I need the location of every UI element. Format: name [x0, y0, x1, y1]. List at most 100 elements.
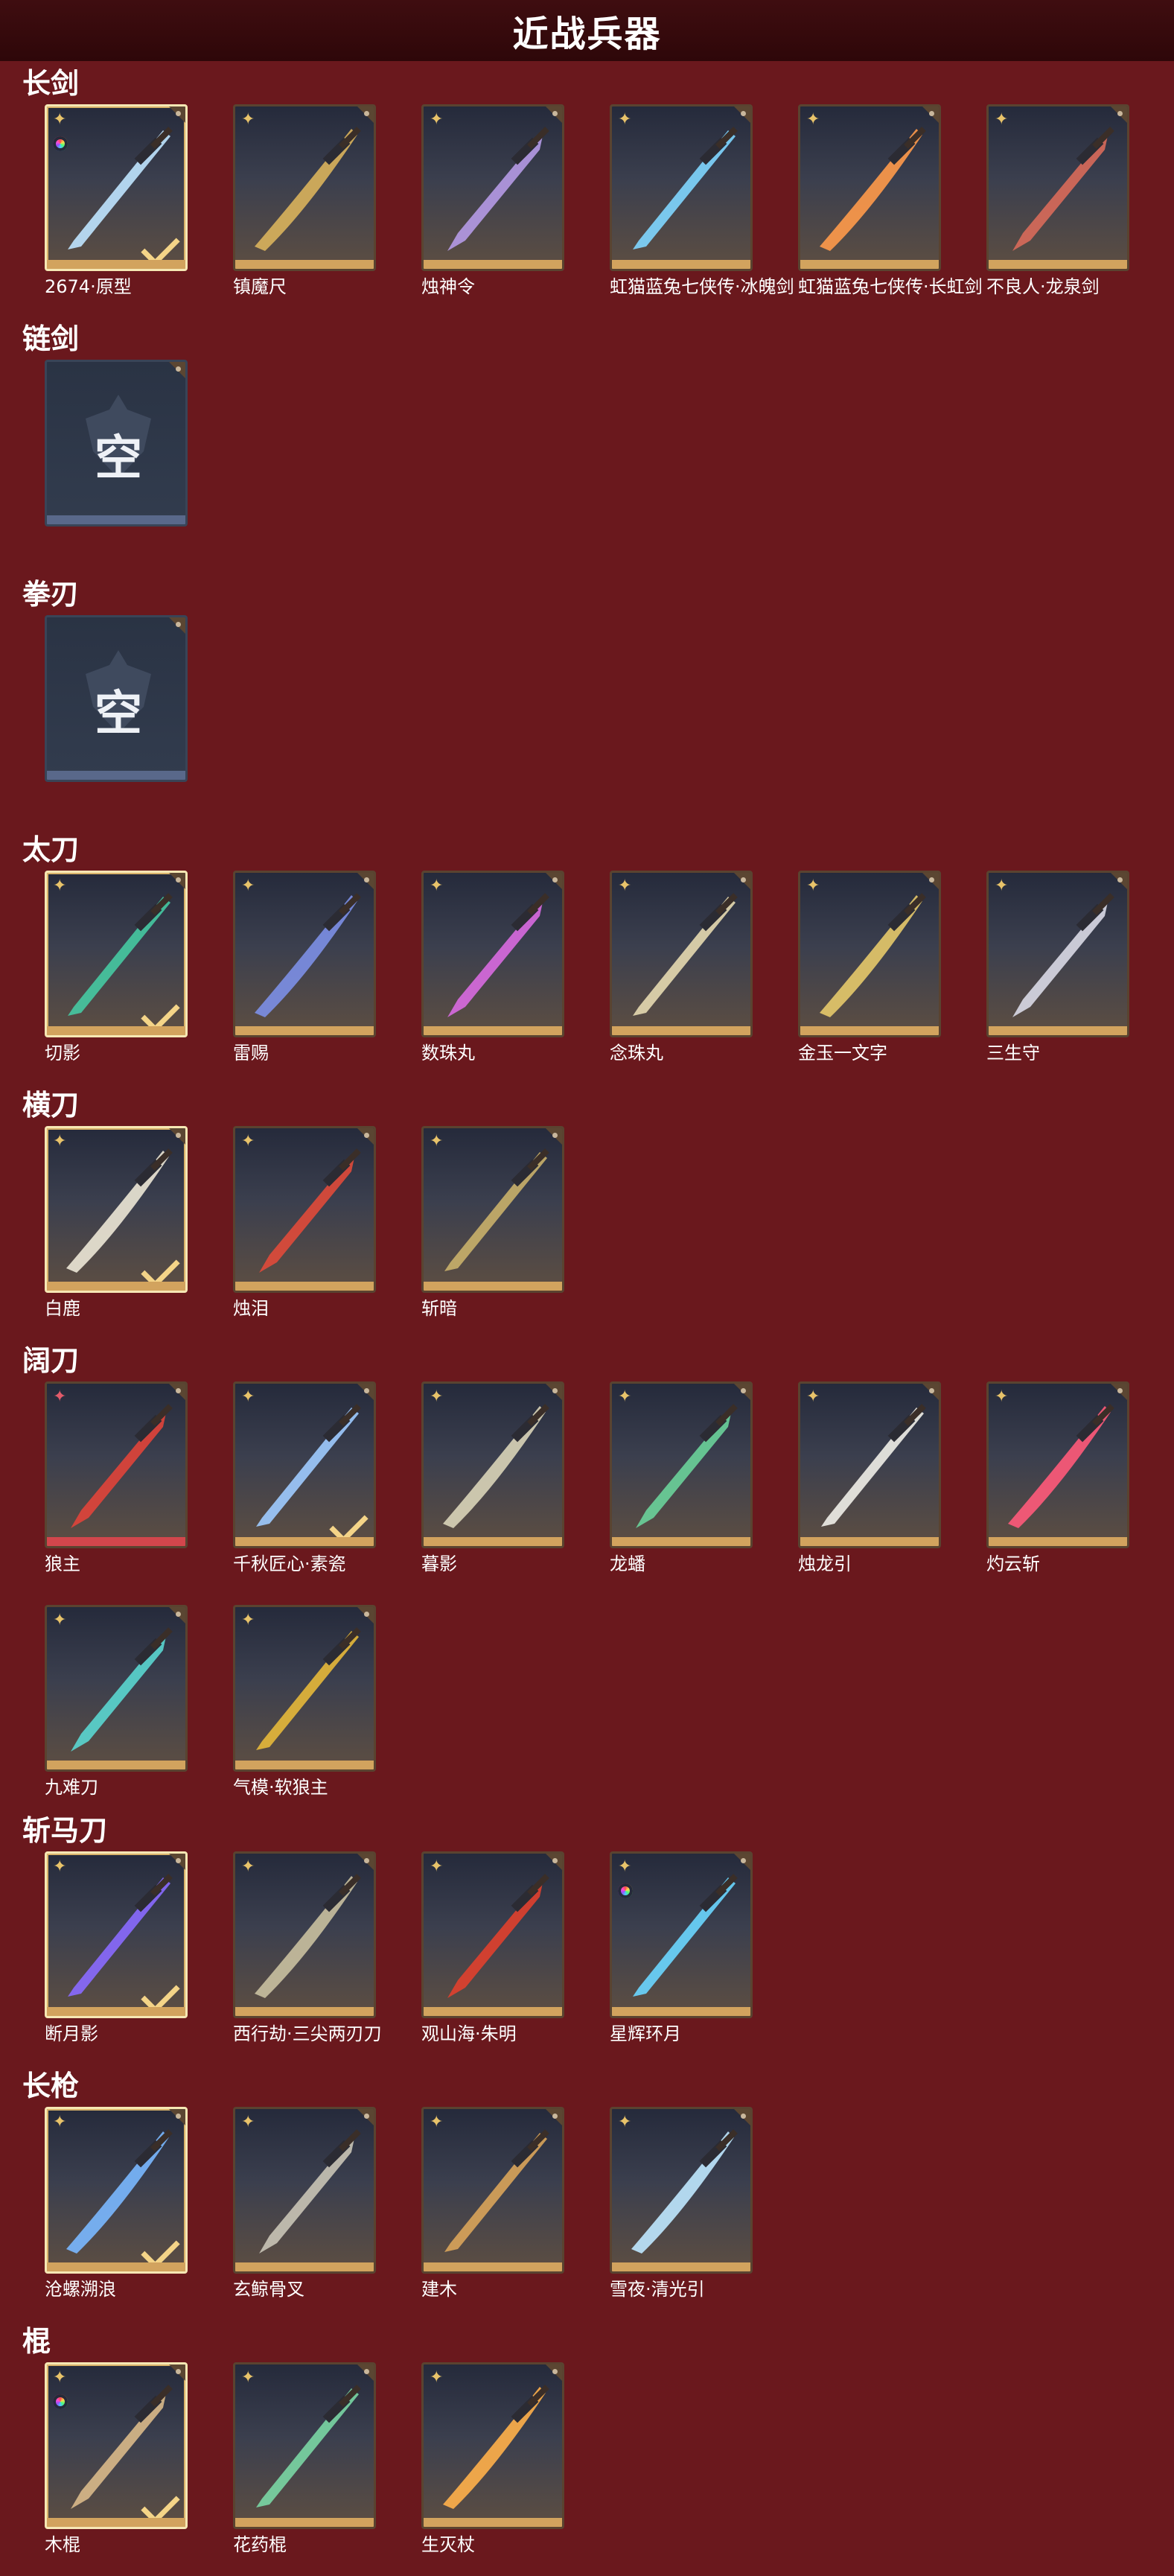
card-corner-pin-icon — [176, 1133, 181, 1138]
weapon-card[interactable]: ✦ 虹猫蓝兔七侠传·冰魄剑 — [610, 104, 794, 297]
weapon-card[interactable]: ✦ 雪夜·清光引 — [610, 2107, 753, 2300]
card-corner-pin-icon — [1117, 111, 1123, 116]
weapon-art-icon — [447, 127, 549, 251]
weapon-card-frame: ✦ — [233, 1851, 376, 2018]
card-rarity-strip — [47, 771, 185, 780]
card-rarity-strip — [47, 1026, 185, 1035]
weapon-card[interactable]: ✦ 暮影 — [421, 1381, 564, 1574]
card-corner-pin-icon — [176, 2369, 181, 2374]
empty-weapon-slot[interactable]: 空 — [45, 615, 188, 782]
weapon-card-frame: ✦ — [233, 1381, 376, 1548]
weapon-card[interactable]: ✦ 2674·原型 — [45, 104, 188, 297]
weapon-card-frame: ✦ — [421, 2362, 564, 2529]
weapon-name: 狼主 — [45, 1553, 80, 1574]
weapon-card-frame: ✦ — [45, 2107, 188, 2274]
weapon-card-frame: ✦ — [233, 104, 376, 271]
weapon-card-frame: ✦ — [610, 1851, 753, 2018]
weapon-card[interactable]: ✦ 金玉一文字 — [798, 871, 941, 1063]
weapon-name: 观山海·朱明 — [421, 2023, 517, 2044]
section-label-hengdao: 横刀 — [22, 1089, 80, 1122]
weapon-card-frame: ✦ — [798, 1381, 941, 1548]
weapon-card[interactable]: ✦ 三生守 — [986, 871, 1129, 1063]
weapon-card[interactable]: ✦ 千秋匠心·素瓷 — [233, 1381, 376, 1574]
weapon-card[interactable]: ✦ 沧螺溯浪 — [45, 2107, 188, 2300]
weapon-name: 镇魔尺 — [233, 276, 287, 297]
card-corner-pin-icon — [364, 2369, 369, 2374]
weapon-card[interactable]: ✦ 观山海·朱明 — [421, 1851, 564, 2044]
section-label-chainsword: 链剑 — [22, 322, 80, 355]
weapon-art-icon — [1012, 893, 1114, 1017]
weapon-name: 断月影 — [45, 2023, 98, 2044]
card-corner-pin-icon — [176, 877, 181, 882]
weapon-card-frame: 空 — [45, 360, 188, 527]
dye-color-wheel-icon — [618, 1883, 633, 1898]
weapon-card[interactable]: ✦ 烛泪 — [233, 1126, 376, 1319]
card-corner-pin-icon — [741, 1858, 746, 1863]
card-rarity-strip — [800, 1026, 939, 1035]
card-rarity-strip — [612, 1537, 750, 1546]
weapon-card[interactable]: ✦ 建木 — [421, 2107, 564, 2300]
rarity-star-icon: ✦ — [53, 2113, 67, 2131]
rarity-star-icon: ✦ — [53, 2368, 67, 2387]
weapon-card[interactable]: ✦ 念珠丸 — [610, 871, 753, 1063]
weapon-card[interactable]: ✦ 白鹿 — [45, 1126, 188, 1319]
weapon-art-icon — [820, 893, 926, 1017]
card-rarity-strip — [235, 1282, 374, 1291]
weapon-card[interactable]: ✦ 星辉环月 — [610, 1851, 753, 2044]
card-corner-pin-icon — [364, 877, 369, 882]
weapon-name: 不良人·龙泉剑 — [986, 276, 1100, 297]
weapon-name: 斩暗 — [421, 1298, 457, 1319]
weapon-art-icon — [636, 1404, 738, 1528]
card-corner-pin-icon — [364, 1858, 369, 1863]
weapon-card[interactable]: ✦ 斩暗 — [421, 1126, 564, 1319]
weapon-card-frame: ✦ — [610, 871, 753, 1037]
weapon-card[interactable]: ✦ 生灭杖 — [421, 2362, 564, 2555]
weapon-card[interactable]: ✦ 雷赐 — [233, 871, 376, 1063]
weapon-card[interactable]: ✦ 木棍 — [45, 2362, 188, 2555]
card-rarity-strip — [424, 260, 562, 269]
weapon-card[interactable]: ✦ 烛神令 — [421, 104, 564, 297]
weapon-art-icon — [633, 893, 738, 1016]
weapon-card[interactable]: ✦ 烛龙引 — [798, 1381, 941, 1574]
weapon-card[interactable]: ✦ 玄鲸骨叉 — [233, 2107, 376, 2300]
weapon-name: 烛神令 — [421, 276, 475, 297]
weapon-card[interactable]: ✦ 气模·软狼主 — [233, 1605, 376, 1798]
card-rarity-strip — [47, 260, 185, 269]
weapon-name: 生灭杖 — [421, 2534, 475, 2555]
weapon-card[interactable]: ✦ 镇魔尺 — [233, 104, 376, 297]
weapon-card[interactable]: ✦ 不良人·龙泉剑 — [986, 104, 1129, 297]
weapon-name: 玄鲸骨叉 — [233, 2279, 304, 2300]
weapon-art-icon — [443, 2385, 549, 2509]
weapon-card[interactable]: ✦ 花药棍 — [233, 2362, 376, 2555]
card-corner-pin-icon — [176, 622, 181, 627]
card-corner-pin-icon — [552, 111, 558, 116]
weapon-card[interactable]: ✦ 数珠丸 — [421, 871, 564, 1063]
weapon-card-frame: ✦ — [421, 1126, 564, 1293]
weapon-card-frame: ✦ — [421, 2107, 564, 2274]
card-rarity-strip — [235, 2007, 374, 2016]
weapon-art-icon — [821, 1404, 926, 1527]
weapon-art-icon — [1012, 127, 1114, 251]
weapon-name: 雪夜·清光引 — [610, 2279, 705, 2300]
weapon-card[interactable]: ✦ 九难刀 — [45, 1605, 188, 1798]
weapon-card[interactable]: ✦ 断月影 — [45, 1851, 188, 2044]
rarity-star-icon: ✦ — [53, 110, 67, 129]
weapon-card[interactable]: ✦ 灼云斩 — [986, 1381, 1129, 1574]
section-label-staff: 棍 — [22, 2325, 51, 2358]
weapon-art-icon — [256, 1627, 361, 1750]
card-rarity-strip — [424, 1282, 562, 1291]
weapon-card[interactable]: ✦ 切影 — [45, 871, 188, 1063]
section-label-spear: 长枪 — [22, 2070, 80, 2102]
card-rarity-strip — [47, 1537, 185, 1546]
card-rarity-strip — [612, 1026, 750, 1035]
rarity-star-icon: ✦ — [618, 110, 632, 129]
weapon-name: 虹猫蓝兔七侠传·冰魄剑 — [610, 276, 794, 297]
card-rarity-strip — [424, 1537, 562, 1546]
rarity-star-icon: ✦ — [241, 1611, 255, 1629]
weapon-card[interactable]: ✦ 狼主 — [45, 1381, 188, 1574]
empty-weapon-slot[interactable]: 空 — [45, 360, 188, 527]
weapon-card[interactable]: ✦ 虹猫蓝兔七侠传·长虹剑 — [798, 104, 983, 297]
card-corner-pin-icon — [741, 877, 746, 882]
weapon-card[interactable]: ✦ 西行劫·三尖两刃刀 — [233, 1851, 382, 2044]
weapon-card[interactable]: ✦ 龙蟠 — [610, 1381, 753, 1574]
